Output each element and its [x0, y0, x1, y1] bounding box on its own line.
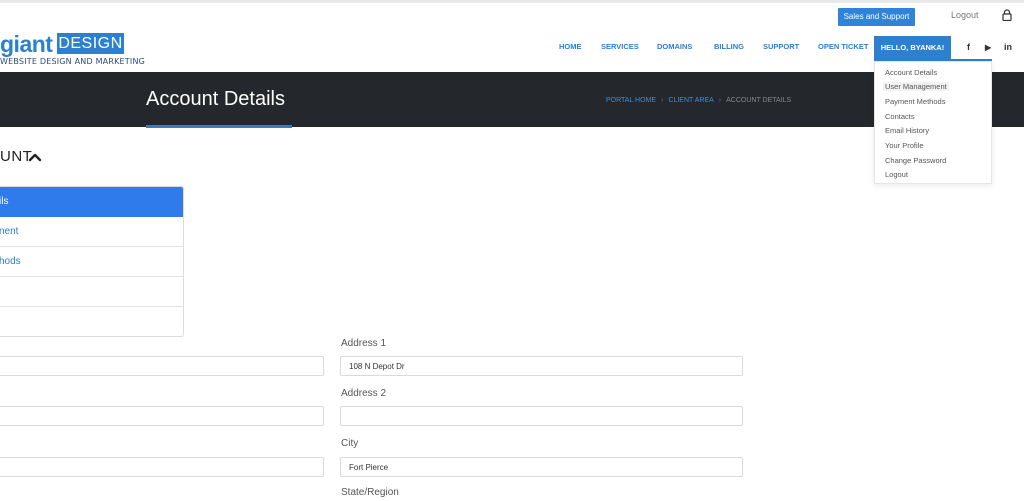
breadcrumb-separator: › — [718, 97, 722, 104]
city-input[interactable] — [340, 457, 743, 477]
page-title: Account Details — [146, 88, 285, 110]
youtube-icon[interactable]: ▶ — [985, 43, 991, 52]
menu-item-contacts[interactable]: Contacts — [885, 112, 915, 121]
account-dropdown-menu: Account Details User Management Payment … — [874, 61, 992, 184]
menu-item-logout[interactable]: Logout — [885, 170, 908, 179]
menu-item-change-password[interactable]: Change Password — [885, 156, 946, 165]
city-label: City — [341, 438, 359, 449]
nav-user-menu-button[interactable]: HELLO, BYANKA! — [874, 36, 951, 60]
logo-word-giant: giant — [0, 31, 53, 57]
breadcrumb-client-area[interactable]: CLIENT AREA — [668, 97, 713, 104]
chevron-up-icon[interactable] — [28, 152, 42, 162]
breadcrumb-portal-home[interactable]: PORTAL HOME — [606, 97, 656, 104]
nav-open-ticket[interactable]: OPEN TICKET — [818, 42, 868, 51]
linkedin-icon[interactable]: in — [1004, 42, 1012, 52]
nav-billing[interactable]: BILLING — [714, 42, 744, 51]
sidebar-item-payment-methods[interactable]: hods — [0, 247, 183, 277]
address1-input[interactable] — [340, 356, 743, 376]
breadcrumb: PORTAL HOME › CLIENT AREA › ACCOUNT DETAILS — [606, 97, 791, 104]
sidebar-item-5[interactable] — [0, 307, 183, 336]
menu-item-user-management[interactable]: User Management — [883, 82, 949, 91]
menu-item-payment-methods[interactable]: Payment Methods — [885, 97, 945, 106]
sales-support-button[interactable]: Sales and Support — [838, 8, 915, 26]
facebook-icon[interactable]: f — [967, 42, 970, 52]
nav-domains[interactable]: DOMAINS — [657, 42, 692, 51]
sidebar-item-label: hods — [0, 256, 21, 267]
sidebar-item-account-details[interactable]: ils — [0, 187, 183, 217]
menu-item-your-profile[interactable]: Your Profile — [885, 141, 924, 150]
nav-support[interactable]: SUPPORT — [763, 42, 799, 51]
nav-home[interactable]: HOME — [559, 42, 582, 51]
menu-item-email-history[interactable]: Email History — [885, 126, 929, 135]
address2-input[interactable] — [340, 406, 743, 426]
nav-services[interactable]: SERVICES — [601, 42, 639, 51]
left-field-2-input[interactable] — [0, 406, 324, 426]
logo-word-design: DESIGN — [57, 33, 124, 54]
sidebar-item-label: ils — [0, 196, 9, 207]
logo-tagline: WEBSITE DESIGN AND MARKETING — [0, 57, 146, 66]
title-accent-bar — [146, 125, 292, 128]
top-logout-link[interactable]: Logout — [951, 10, 979, 20]
sidebar-item-4[interactable] — [0, 277, 183, 307]
breadcrumb-separator: › — [661, 97, 664, 104]
state-region-label: State/Region — [341, 487, 399, 498]
menu-item-account-details[interactable]: Account Details — [885, 68, 937, 77]
breadcrumb-current: ACCOUNT DETAILS — [726, 97, 792, 104]
left-field-1-input[interactable] — [0, 356, 324, 376]
sidebar-item-user-management[interactable]: nent — [0, 217, 183, 247]
account-sidebar-list: ils nent hods — [0, 186, 184, 337]
top-border — [0, 0, 1024, 3]
address2-label: Address 2 — [341, 388, 387, 399]
sidebar-item-label: nent — [0, 226, 19, 237]
lock-icon[interactable] — [1002, 9, 1012, 21]
left-field-3-input[interactable] — [0, 457, 324, 477]
address1-label: Address 1 — [341, 338, 387, 349]
